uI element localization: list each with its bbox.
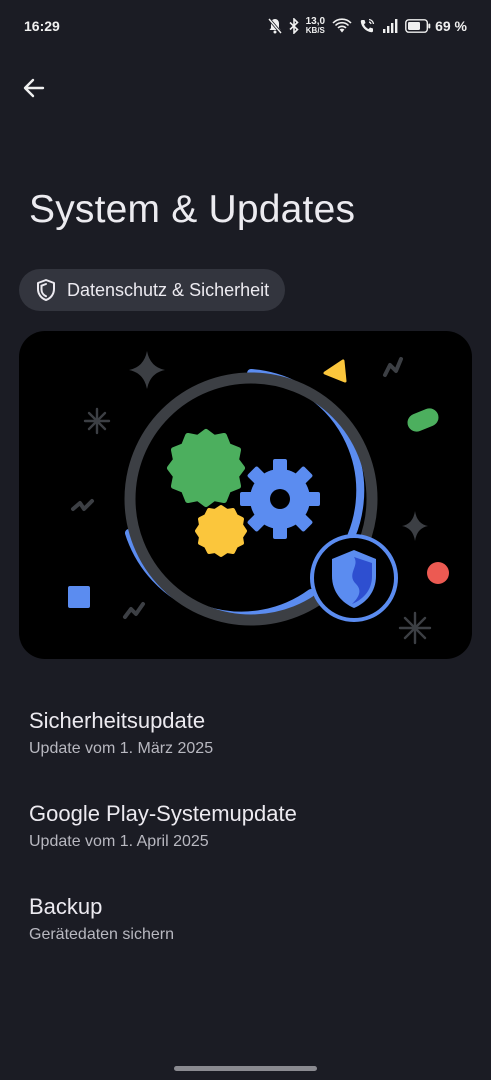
triangle-decoration [323,359,347,383]
page-title: System & Updates [29,188,356,231]
list-item-subtitle: Update vom 1. März 2025 [29,740,214,757]
arrow-left-icon [23,78,45,98]
bluetooth-icon [289,18,299,34]
list-item-title: Backup [29,894,103,919]
wifi-icon [332,18,352,34]
battery-percent: 69 % [435,18,467,34]
square-decoration [68,586,90,608]
signal-icon [382,18,398,34]
home-indicator[interactable] [174,1066,317,1071]
shield-icon [37,279,55,301]
system-updates-illustration [19,331,472,659]
squiggle-decoration [123,602,145,619]
squiggle-decoration [71,499,94,511]
starburst-decoration [83,407,111,435]
progress-arc [247,369,365,565]
list-item-subtitle: Update vom 1. April 2025 [29,833,209,850]
list-item-google-play-update[interactable]: Google Play-Systemupdate Update vom 1. A… [0,793,491,871]
list-item-title: Sicherheitsupdate [29,708,206,733]
wifi-call-icon [359,18,375,34]
shield-badge [310,534,398,622]
sparkle-decoration [402,511,428,541]
pill-decoration [407,408,439,432]
status-icons: 13,0 KB/S 69 % [267,14,467,38]
list-item-subtitle: Gerätedaten sichern [29,926,174,943]
sparkle-decoration [129,351,165,389]
list-item-security-update[interactable]: Sicherheitsupdate Update vom 1. März 202… [0,700,491,778]
dot-decoration [427,562,449,584]
blue-gear [240,459,320,539]
battery: 69 % [405,18,467,34]
squiggle-decoration [383,357,403,377]
back-button[interactable] [14,68,54,108]
status-bar: 16:29 13,0 KB/S 69 % [0,0,491,54]
chip-label: Datenschutz & Sicherheit [67,279,270,300]
status-time: 16:29 [24,18,60,34]
list-item-title: Google Play-Systemupdate [29,801,297,826]
green-cog-blob [167,429,245,507]
battery-icon [405,19,431,33]
net-speed: 13,0 KB/S [305,16,326,35]
mute-icon [267,18,282,34]
system-updates-screen: 16:29 13,0 KB/S 69 % System & Updates Da… [0,0,491,1080]
yellow-cog-blob [195,505,247,557]
privacy-security-chip[interactable]: Datenschutz & Sicherheit [19,269,286,311]
list-item-backup[interactable]: Backup Gerätedaten sichern [0,886,491,964]
starburst-decoration [398,611,432,645]
